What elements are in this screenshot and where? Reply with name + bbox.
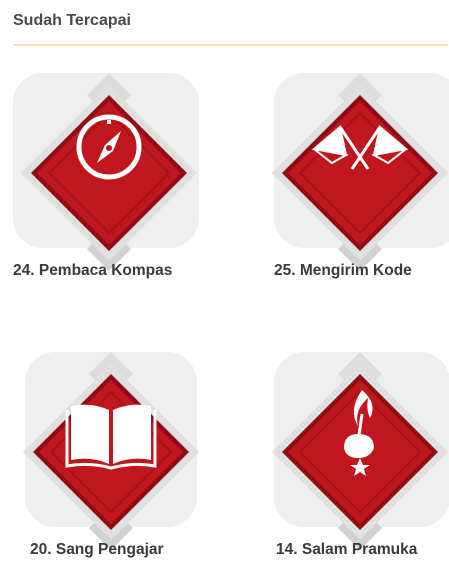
badge-label: 14. Salam Pramuka	[276, 541, 418, 558]
section-title: Sudah Tercapai	[13, 12, 131, 29]
badge-label: 25. Mengirim Kode	[274, 262, 412, 279]
badge-card[interactable]: 24. Pembaca Kompas	[13, 73, 199, 288]
scout-emblem-icon	[272, 352, 448, 550]
section-divider	[13, 44, 448, 46]
badge-card[interactable]: 14. Salam Pramuka	[272, 352, 449, 567]
semaphore-flags-icon	[272, 73, 448, 271]
open-book-icon	[23, 352, 199, 550]
badge-card[interactable]: 25. Mengirim Kode	[272, 73, 449, 288]
compass-icon	[21, 73, 197, 271]
badge-label: 20. Sang Pengajar	[30, 541, 164, 558]
badge-label: 24. Pembaca Kompas	[13, 262, 173, 279]
badge-card[interactable]: 20. Sang Pengajar	[23, 352, 211, 567]
